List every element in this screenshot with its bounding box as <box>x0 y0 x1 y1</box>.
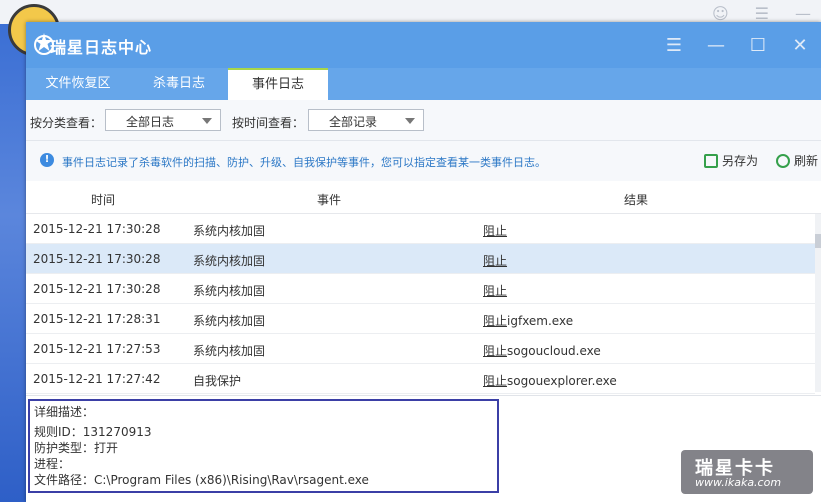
row-event: 系统内核加固 <box>193 254 266 268</box>
detail-box: 详细描述： 规则ID：131270913 防护类型：打开 进程： 文件路径：C:… <box>28 399 499 493</box>
row-time: 2015-12-21 17:30:28 <box>33 222 161 236</box>
row-result: 阻止 <box>483 222 507 239</box>
window-controls: ☰ — ☐ ✕ <box>653 22 821 68</box>
event-table-body: 2015-12-21 17:30:28 系统内核加固 阻止 2015-12-21… <box>26 214 815 394</box>
time-filter-label: 按时间查看： <box>232 116 305 130</box>
site-watermark: 瑞星卡卡 www.ikaka.com <box>681 450 813 494</box>
result-action-link[interactable]: 阻止 <box>483 344 507 358</box>
filter-bar: 按分类查看： 全部日志 按时间查看： 全部记录 <box>26 100 821 141</box>
result-action-link[interactable]: 阻止 <box>483 284 507 298</box>
table-header: 时间 事件 结果 <box>26 181 821 214</box>
table-row[interactable]: 2015-12-21 17:28:31 系统内核加固 阻止igfxem.exe <box>26 304 815 334</box>
row-result: 阻止 <box>483 282 507 299</box>
titlebar: 瑞星日志中心 ☰ — ☐ ✕ <box>26 22 821 68</box>
result-action-link[interactable]: 阻止 <box>483 224 507 238</box>
result-action-link[interactable]: 阻止 <box>483 254 507 268</box>
row-time: 2015-12-21 17:30:28 <box>33 252 161 266</box>
export-icon <box>704 153 718 168</box>
tab-event-log[interactable]: 事件日志 <box>228 68 328 100</box>
info-icon: ! <box>40 153 54 167</box>
row-time: 2015-12-21 17:30:28 <box>33 282 161 296</box>
row-result: 阻止igfxem.exe <box>483 312 573 329</box>
row-time: 2015-12-21 17:27:42 <box>33 372 161 386</box>
tab-bar: 文件恢复区 杀毒日志 事件日志 <box>26 68 821 100</box>
table-row[interactable]: 2015-12-21 17:27:42 自我保护 阻止sogouexplorer… <box>26 364 815 394</box>
column-header-result[interactable]: 结果 <box>624 191 648 208</box>
minimize-icon: — <box>795 4 811 23</box>
row-result: 阻止sogouexplorer.exe <box>483 372 617 389</box>
detail-heading: 详细描述： <box>34 405 95 419</box>
desktop-left-strip <box>0 24 26 502</box>
column-header-event[interactable]: 事件 <box>317 191 341 208</box>
result-action-link[interactable]: 阻止 <box>483 314 507 328</box>
row-result: 阻止 <box>483 252 507 269</box>
row-event: 系统内核加固 <box>193 344 266 358</box>
scrollbar-thumb[interactable] <box>815 234 821 248</box>
refresh-button[interactable]: 刷新 <box>776 152 818 169</box>
save-as-button[interactable]: 另存为 <box>704 152 758 169</box>
close-button[interactable]: ✕ <box>779 22 821 68</box>
table-row[interactable]: 2015-12-21 17:30:28 系统内核加固 阻止 <box>26 244 815 274</box>
row-event: 自我保护 <box>193 374 242 388</box>
info-text: 事件日志记录了杀毒软件的扫描、防护、升级、自我保护等事件，您可以指定查看某一类事… <box>62 156 546 169</box>
column-header-time[interactable]: 时间 <box>91 191 115 208</box>
desktop-top-strip <box>0 0 821 24</box>
result-target: sogoucloud.exe <box>507 344 601 358</box>
tab-file-recovery[interactable]: 文件恢复区 <box>26 68 130 100</box>
maximize-button[interactable]: ☐ <box>737 22 779 68</box>
detail-process: 进程： <box>34 457 71 471</box>
user-icon: ☺ <box>711 4 729 23</box>
chevron-down-icon <box>202 118 212 124</box>
category-select-value: 全部日志 <box>126 115 175 129</box>
row-event: 系统内核加固 <box>193 314 266 328</box>
refresh-icon <box>776 153 790 168</box>
row-result: 阻止sogoucloud.exe <box>483 342 601 359</box>
detail-protect-type: 防护类型：打开 <box>34 441 119 455</box>
result-target: igfxem.exe <box>507 314 574 328</box>
category-filter-label: 按分类查看： <box>30 116 103 130</box>
result-target: sogouexplorer.exe <box>507 374 617 388</box>
tab-virus-log[interactable]: 杀毒日志 <box>130 68 228 100</box>
log-center-window: 瑞星日志中心 ☰ — ☐ ✕ 文件恢复区 杀毒日志 事件日志 按分类查看： 全部… <box>26 22 821 502</box>
desktop-top-icons: ☺ ☰ — <box>712 4 811 23</box>
menu-icon: ☰ <box>754 4 769 23</box>
refresh-label: 刷新 <box>794 154 819 168</box>
time-select[interactable]: 全部记录 <box>308 109 424 131</box>
chevron-down-icon <box>405 118 415 124</box>
info-bar: ! 事件日志记录了杀毒软件的扫描、防护、升级、自我保护等事件，您可以指定查看某一… <box>26 141 821 181</box>
category-select[interactable]: 全部日志 <box>105 109 221 131</box>
row-event: 系统内核加固 <box>193 284 266 298</box>
save-as-label: 另存为 <box>722 154 759 168</box>
minimize-button[interactable]: — <box>695 22 737 68</box>
table-row[interactable]: 2015-12-21 17:30:28 系统内核加固 阻止 <box>26 214 815 244</box>
detail-file-path: 文件路径：C:\Program Files (x86)\Rising\Rav\r… <box>34 473 369 487</box>
table-row[interactable]: 2015-12-21 17:30:28 系统内核加固 阻止 <box>26 274 815 304</box>
menu-button[interactable]: ☰ <box>653 22 695 68</box>
watermark-url: www.ikaka.com <box>695 476 782 489</box>
row-time: 2015-12-21 17:28:31 <box>33 312 161 326</box>
row-event: 系统内核加固 <box>193 224 266 238</box>
row-time: 2015-12-21 17:27:53 <box>33 342 161 356</box>
table-row[interactable]: 2015-12-21 17:27:53 系统内核加固 阻止sogoucloud.… <box>26 334 815 364</box>
app-title: 瑞星日志中心 <box>50 38 153 57</box>
detail-rule-id: 规则ID：131270913 <box>34 425 152 439</box>
result-action-link[interactable]: 阻止 <box>483 374 507 388</box>
time-select-value: 全部记录 <box>329 115 378 129</box>
